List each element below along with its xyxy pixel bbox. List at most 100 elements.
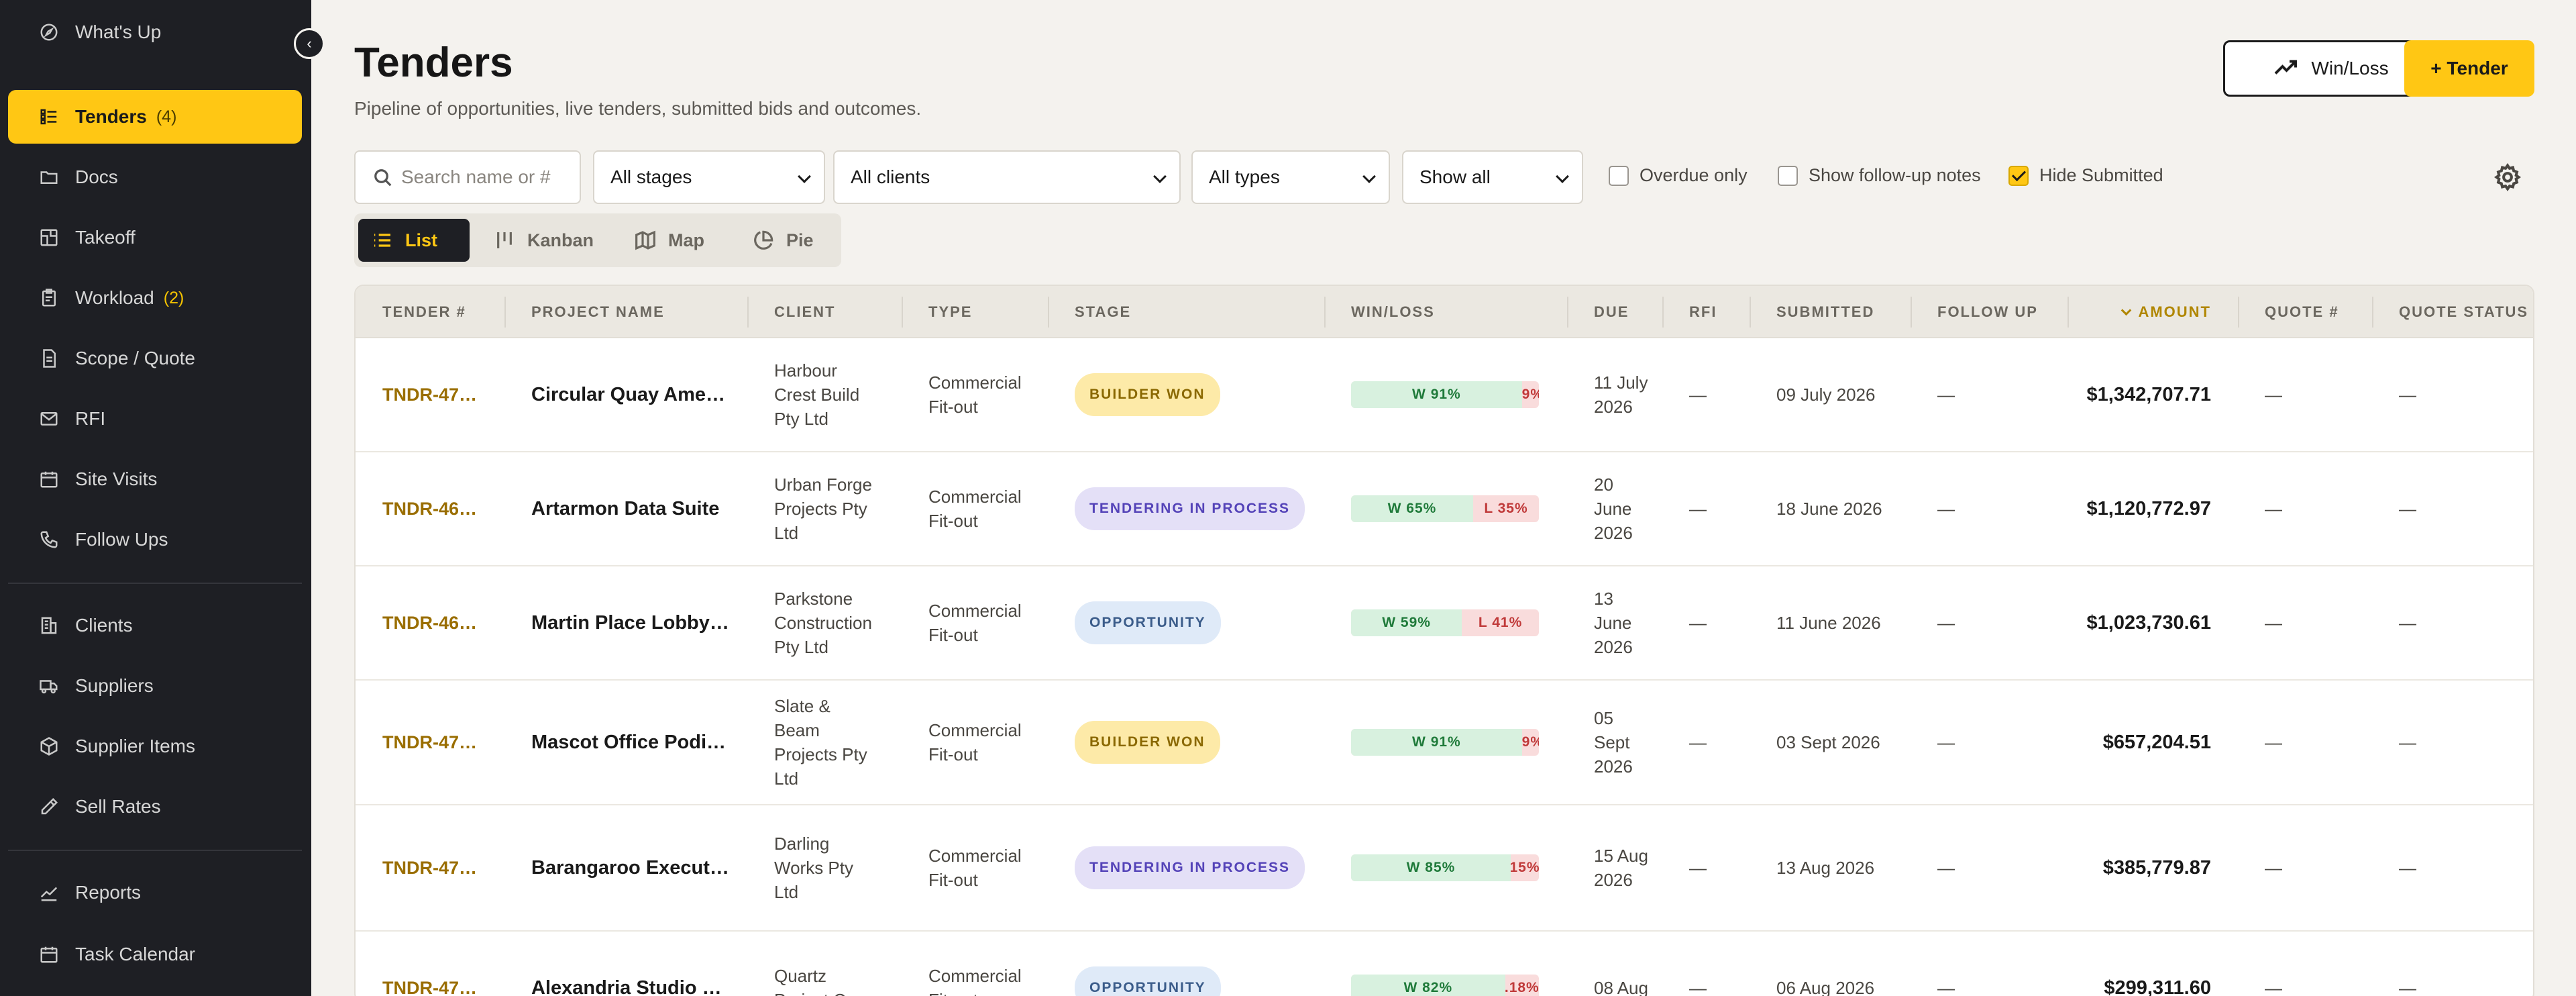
amount-value: $1,342,707.71 [2086, 384, 2211, 405]
sidebar-item-clients[interactable]: Clients [8, 599, 302, 652]
followup-notes-checkbox[interactable]: Show follow-up notes [1778, 165, 1981, 186]
search-input[interactable]: Search name or # [354, 150, 581, 204]
rfi-value: — [1689, 385, 1707, 405]
quote-status: — [2399, 858, 2416, 878]
col-follow-up-header[interactable]: FOLLOW UP [1911, 286, 2068, 338]
table-row[interactable]: TNDR-46… Martin Place Lobby… Parkstone Con… [356, 566, 2533, 681]
cell-tender-number[interactable]: TNDR-46… [356, 566, 504, 679]
cell-follow-up: — [1911, 805, 2068, 930]
sidebar-item-docs[interactable]: Docs [8, 150, 302, 204]
col-type-header[interactable]: TYPE [902, 286, 1048, 338]
tender-number-link[interactable]: TNDR-46… [382, 611, 477, 635]
sidebar-item-task-calendar[interactable]: Task Calendar [8, 928, 302, 981]
kanban-icon [497, 232, 512, 248]
tender-number-link[interactable]: TNDR-47… [382, 383, 477, 407]
table-row[interactable]: TNDR-47… Mascot Office Podi… Slate & Beam … [356, 681, 2533, 805]
type-select[interactable]: All types [1191, 150, 1390, 204]
col-client-header[interactable]: CLIENT [747, 286, 902, 338]
cell-project-name[interactable]: Artarmon Data Suite [504, 452, 747, 565]
sidebar-item-sell-rates[interactable]: Sell Rates [8, 780, 302, 834]
col-rfi-header[interactable]: RFI [1662, 286, 1750, 338]
tab-list[interactable]: List [358, 219, 470, 262]
stage-select[interactable]: All stages [593, 150, 825, 204]
table-row[interactable]: TNDR-47… Circular Quay Ame… Harbour Crest … [356, 338, 2533, 452]
client-select[interactable]: All clients [833, 150, 1181, 204]
trending-up-icon [2275, 60, 2298, 74]
loss-segment: L 35% [1484, 501, 1528, 516]
project-name-link[interactable]: Alexandria Studio … [531, 976, 722, 996]
project-name-link[interactable]: Mascot Office Podi… [531, 730, 726, 754]
client-name: Quartz Project Co [774, 966, 855, 996]
table-row[interactable]: TNDR-47… Alexandria Studio … Quartz Projec… [356, 932, 2533, 996]
col-tender-number-header[interactable]: TENDER # [356, 286, 504, 338]
show-select[interactable]: Show all [1402, 150, 1583, 204]
col-winloss-header[interactable]: WIN/LOSS [1324, 286, 1567, 338]
sidebar-item-rfi[interactable]: RFI [8, 392, 302, 446]
sidebar-item-takeoff[interactable]: Takeoff [8, 211, 302, 264]
page-title: Tenders [354, 40, 513, 86]
cell-tender-number[interactable]: TNDR-46… [356, 452, 504, 565]
tender-number-link[interactable]: TNDR-46… [382, 497, 477, 521]
cell-quote-number: — [2238, 681, 2372, 804]
cell-project-name[interactable]: Barangaroo Execut… [504, 805, 747, 930]
sidebar-item-workload[interactable]: Workload (2) [8, 271, 302, 325]
cell-due: 05 Sept 2026 [1567, 681, 1662, 804]
col-stage-header[interactable]: STAGE [1048, 286, 1324, 338]
cell-tender-number[interactable]: TNDR-47… [356, 805, 504, 930]
cell-due: 15 Aug 2026 [1567, 805, 1662, 930]
follow-up-value: — [1937, 978, 1955, 996]
project-name-link[interactable]: Artarmon Data Suite [531, 497, 719, 521]
checkbox-box[interactable] [1609, 165, 1629, 186]
col-quote-number-header[interactable]: QUOTE # [2238, 286, 2372, 338]
sidebar-item-tenders[interactable]: Tenders (4) [8, 90, 302, 144]
sidebar-item-what-s-up[interactable]: What's Up [8, 5, 302, 59]
stage-badge: BUILDER WON [1075, 373, 1220, 416]
col-project-name-header[interactable]: PROJECT NAME [504, 286, 747, 338]
tab-map[interactable]: Map [621, 219, 718, 262]
project-name-link[interactable]: Martin Place Lobby… [531, 611, 729, 635]
tab-kanban[interactable]: Kanban [480, 219, 607, 262]
hide-submitted-checkbox[interactable]: Hide Submitted [2008, 165, 2163, 186]
sidebar-item-reports[interactable]: Reports [8, 866, 302, 919]
cell-project-name[interactable]: Circular Quay Ame… [504, 338, 747, 451]
tender-number-link[interactable]: TNDR-47… [382, 730, 477, 754]
sidebar-item-site-visits[interactable]: Site Visits [8, 452, 302, 506]
collapse-sidebar-button[interactable]: ‹ [294, 28, 325, 59]
table-row[interactable]: TNDR-47… Barangaroo Execut… Darling Works … [356, 805, 2533, 932]
cell-project-name[interactable]: Martin Place Lobby… [504, 566, 747, 679]
sidebar-item-supplier-items[interactable]: Supplier Items [8, 719, 302, 773]
tender-number-link[interactable]: TNDR-47… [382, 976, 477, 996]
follow-up-value: — [1937, 499, 1955, 519]
sidebar-item-follow-ups[interactable]: Follow Ups [8, 513, 302, 566]
project-name-link[interactable]: Barangaroo Execut… [531, 856, 729, 880]
cell-tender-number[interactable]: TNDR-47… [356, 338, 504, 451]
checkbox-box[interactable] [2008, 165, 2029, 186]
settings-button[interactable] [2493, 162, 2522, 192]
sidebar-item-suppliers[interactable]: Suppliers [8, 659, 302, 713]
cell-project-name[interactable]: Alexandria Studio … [504, 932, 747, 996]
cell-follow-up: — [1911, 681, 2068, 804]
project-name-link[interactable]: Circular Quay Ame… [531, 383, 725, 407]
add-tender-button[interactable]: + Tender [2404, 40, 2534, 97]
cell-tender-number[interactable]: TNDR-47… [356, 932, 504, 996]
table-row[interactable]: TNDR-46… Artarmon Data Suite Urban Forge P… [356, 452, 2533, 566]
col-quote-status-header[interactable]: QUOTE STATUS [2372, 286, 2533, 338]
cell-project-name[interactable]: Mascot Office Podi… [504, 681, 747, 804]
tender-number-link[interactable]: TNDR-47… [382, 856, 477, 880]
tab-pie[interactable]: Pie [739, 219, 827, 262]
col-amount-header[interactable]: AMOUNT [2068, 286, 2238, 338]
col-submitted-header[interactable]: SUBMITTED [1750, 286, 1911, 338]
cell-client: Darling Works Pty Ltd [747, 805, 902, 930]
cell-stage: TENDERING IN PROCESS [1048, 805, 1324, 930]
win-segment: W 82% [1351, 975, 1505, 996]
col-due-header[interactable]: DUE [1567, 286, 1662, 338]
cell-quote-number: — [2238, 566, 2372, 679]
overdue-only-checkbox[interactable]: Overdue only [1609, 165, 1748, 186]
clipboard-icon [39, 288, 59, 308]
cell-amount: $1,342,707.71 [2068, 338, 2238, 451]
checkbox-box[interactable] [1778, 165, 1798, 186]
follow-up-value: — [1937, 385, 1955, 405]
mail-icon [39, 409, 59, 429]
cell-tender-number[interactable]: TNDR-47… [356, 681, 504, 804]
sidebar-item-scope-quote[interactable]: Scope / Quote [8, 332, 302, 385]
